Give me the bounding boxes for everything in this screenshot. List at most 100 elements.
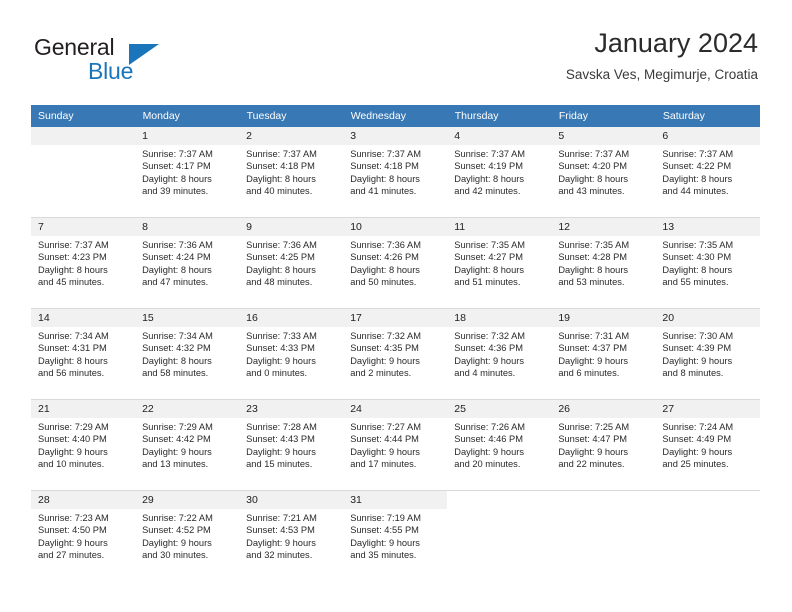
calendar-day-cell[interactable]: 28 Sunrise: 7:23 AM Sunset: 4:50 PM Dayligh…	[31, 490, 136, 581]
day-info-line: Sunset: 4:24 PM	[142, 252, 211, 263]
calendar-day-cell[interactable]: 4 Sunrise: 7:37 AM Sunset: 4:19 PM Daylight…	[447, 127, 552, 218]
day-sun-info: Sunrise: 7:21 AM Sunset: 4:53 PM Daylight:…	[239, 509, 343, 562]
day-info-line: Sunset: 4:47 PM	[558, 434, 628, 445]
day-info-line: Sunrise: 7:29 AM	[142, 422, 213, 432]
calendar-day-cell[interactable]: 7 Sunrise: 7:37 AM Sunset: 4:23 PM Daylight…	[31, 217, 136, 309]
calendar-day-cell[interactable]: 3 Sunrise: 7:37 AM Sunset: 4:18 PM Daylight…	[343, 127, 448, 218]
day-number: 27	[655, 400, 760, 418]
day-info-line: Sunset: 4:31 PM	[38, 343, 107, 354]
day-info-line: Daylight: 9 hours	[662, 355, 733, 366]
calendar-day-cell[interactable]: 13 Sunrise: 7:35 AM Sunset: 4:30 PM Dayligh…	[655, 217, 760, 309]
day-info-line: Sunset: 4:23 PM	[38, 252, 107, 263]
calendar-day-cell[interactable]: 19 Sunrise: 7:31 AM Sunset: 4:37 PM Dayligh…	[551, 308, 656, 400]
page-subtitle: Savska Ves, Megimurje, Croatia	[565, 67, 758, 83]
calendar-day-cell[interactable]: 17 Sunrise: 7:32 AM Sunset: 4:35 PM Dayligh…	[343, 308, 448, 400]
day-sun-info: Sunrise: 7:34 AM Sunset: 4:31 PM Daylight:…	[31, 327, 135, 380]
calendar-day-cell[interactable]: 1 Sunrise: 7:37 AM Sunset: 4:17 PM Daylight…	[135, 127, 240, 218]
day-info-line: Sunset: 4:44 PM	[350, 434, 419, 445]
day-info-line: Sunset: 4:52 PM	[142, 525, 211, 536]
day-info-line: Sunset: 4:18 PM	[246, 161, 315, 172]
day-number: 22	[135, 400, 240, 418]
day-info-line: Sunset: 4:17 PM	[142, 161, 211, 172]
calendar-day-cell[interactable]: 15 Sunrise: 7:34 AM Sunset: 4:32 PM Dayligh…	[135, 308, 240, 400]
day-info-line: Sunrise: 7:33 AM	[246, 331, 317, 341]
calendar-day-cell[interactable]: 24 Sunrise: 7:27 AM Sunset: 4:44 PM Dayligh…	[343, 399, 448, 491]
day-number: 5	[551, 127, 656, 145]
day-cell-inner: 31 Sunrise: 7:19 AM Sunset: 4:55 PM Dayligh…	[343, 491, 448, 581]
day-number: 21	[31, 400, 136, 418]
day-sun-info: Sunrise: 7:37 AM Sunset: 4:19 PM Daylight:…	[447, 145, 551, 198]
day-info-line: Sunset: 4:27 PM	[454, 252, 523, 263]
day-sun-info: Sunrise: 7:30 AM Sunset: 4:39 PM Daylight:…	[655, 327, 759, 380]
day-info-line: and 41 minutes.	[350, 186, 417, 197]
brand-general-text: General	[34, 34, 115, 60]
calendar-empty-cell	[31, 127, 136, 218]
day-cell-inner: 17 Sunrise: 7:32 AM Sunset: 4:35 PM Dayligh…	[343, 309, 448, 399]
calendar-day-cell[interactable]: 25 Sunrise: 7:26 AM Sunset: 4:46 PM Dayligh…	[447, 399, 552, 491]
calendar-day-cell[interactable]: 8 Sunrise: 7:36 AM Sunset: 4:24 PM Daylight…	[135, 217, 240, 309]
day-info-line: Daylight: 8 hours	[38, 264, 108, 275]
day-number: 20	[655, 309, 760, 327]
calendar-day-cell[interactable]: 12 Sunrise: 7:35 AM Sunset: 4:28 PM Dayligh…	[551, 217, 656, 309]
calendar-day-cell[interactable]: 14 Sunrise: 7:34 AM Sunset: 4:31 PM Dayligh…	[31, 308, 136, 400]
calendar-day-cell[interactable]: 26 Sunrise: 7:25 AM Sunset: 4:47 PM Dayligh…	[551, 399, 656, 491]
title-block: January 2024 Savska Ves, Megimurje, Croa…	[566, 28, 758, 82]
day-info-line: Sunset: 4:37 PM	[558, 343, 628, 354]
day-sun-info: Sunrise: 7:29 AM Sunset: 4:40 PM Daylight:…	[31, 418, 135, 471]
calendar-day-cell[interactable]: 9 Sunrise: 7:36 AM Sunset: 4:25 PM Daylight…	[239, 217, 344, 309]
day-number: 19	[551, 309, 656, 327]
day-info-line: Sunrise: 7:37 AM	[38, 240, 109, 250]
calendar-day-cell[interactable]: 27 Sunrise: 7:24 AM Sunset: 4:49 PM Dayligh…	[655, 399, 760, 491]
day-number: 31	[343, 491, 448, 509]
day-info-line: Sunrise: 7:22 AM	[142, 513, 213, 523]
calendar-day-cell[interactable]: 21 Sunrise: 7:29 AM Sunset: 4:40 PM Dayligh…	[31, 399, 136, 491]
calendar-day-cell[interactable]: 30 Sunrise: 7:21 AM Sunset: 4:53 PM Dayligh…	[239, 490, 344, 581]
day-sun-info: Sunrise: 7:36 AM Sunset: 4:25 PM Daylight:…	[239, 236, 343, 289]
day-cell-inner	[31, 127, 136, 217]
calendar-week-row: 21 Sunrise: 7:29 AM Sunset: 4:40 PM Dayligh…	[31, 399, 760, 491]
day-info-line: Sunset: 4:36 PM	[454, 343, 523, 354]
day-info-line: Daylight: 9 hours	[38, 537, 108, 548]
day-info-line: Daylight: 8 hours	[662, 264, 733, 275]
day-info-line: Daylight: 8 hours	[350, 173, 420, 184]
day-cell-inner: 29 Sunrise: 7:22 AM Sunset: 4:52 PM Dayligh…	[135, 491, 240, 581]
day-info-line: Sunrise: 7:35 AM	[662, 240, 734, 250]
day-info-line: Sunrise: 7:25 AM	[558, 422, 630, 432]
day-info-line: Sunrise: 7:32 AM	[454, 331, 526, 341]
calendar-day-cell[interactable]: 5 Sunrise: 7:37 AM Sunset: 4:20 PM Daylight…	[551, 127, 656, 218]
day-number: 23	[239, 400, 344, 418]
day-info-line: Sunset: 4:46 PM	[454, 434, 523, 445]
day-info-line: and 39 minutes.	[142, 186, 209, 197]
calendar-day-cell[interactable]: 22 Sunrise: 7:29 AM Sunset: 4:42 PM Dayligh…	[135, 399, 240, 491]
day-info-line: and 53 minutes.	[558, 277, 625, 288]
day-info-line: Daylight: 8 hours	[662, 173, 733, 184]
calendar-day-cell[interactable]: 31 Sunrise: 7:19 AM Sunset: 4:55 PM Dayligh…	[343, 490, 448, 581]
day-number: 12	[551, 218, 656, 236]
day-info-line: and 56 minutes.	[38, 368, 105, 379]
calendar-day-cell[interactable]: 20 Sunrise: 7:30 AM Sunset: 4:39 PM Dayligh…	[655, 308, 760, 400]
weekday-header-sunday: Sunday	[31, 105, 136, 127]
calendar-day-cell[interactable]: 10 Sunrise: 7:36 AM Sunset: 4:26 PM Dayligh…	[343, 217, 448, 309]
calendar-body: 1 Sunrise: 7:37 AM Sunset: 4:17 PM Daylight…	[31, 127, 760, 581]
calendar-day-cell[interactable]: 16 Sunrise: 7:33 AM Sunset: 4:33 PM Dayligh…	[239, 308, 344, 400]
calendar-day-cell[interactable]: 23 Sunrise: 7:28 AM Sunset: 4:43 PM Dayligh…	[239, 399, 344, 491]
calendar-day-cell[interactable]: 11 Sunrise: 7:35 AM Sunset: 4:27 PM Dayligh…	[447, 217, 552, 309]
page-title: January 2024	[594, 28, 758, 58]
calendar-day-cell[interactable]: 18 Sunrise: 7:32 AM Sunset: 4:36 PM Dayligh…	[447, 308, 552, 400]
calendar-day-cell[interactable]: 29 Sunrise: 7:22 AM Sunset: 4:52 PM Dayligh…	[135, 490, 240, 581]
day-number: 11	[447, 218, 552, 236]
day-info-line: and 10 minutes.	[38, 459, 105, 470]
calendar-day-cell[interactable]: 6 Sunrise: 7:37 AM Sunset: 4:22 PM Daylight…	[655, 127, 760, 218]
day-info-line: and 4 minutes.	[454, 368, 516, 379]
day-number: 7	[31, 218, 136, 236]
day-info-line: Sunset: 4:18 PM	[350, 161, 419, 172]
calendar-day-cell[interactable]: 2 Sunrise: 7:37 AM Sunset: 4:18 PM Daylight…	[239, 127, 344, 218]
day-sun-info: Sunrise: 7:24 AM Sunset: 4:49 PM Daylight:…	[655, 418, 759, 471]
day-sun-info: Sunrise: 7:36 AM Sunset: 4:26 PM Daylight:…	[343, 236, 447, 289]
logo-triangle-icon	[129, 44, 159, 65]
day-number: 30	[239, 491, 344, 509]
day-info-line: Sunset: 4:35 PM	[350, 343, 419, 354]
day-info-line: Daylight: 8 hours	[142, 173, 212, 184]
brand-logo[interactable]: General Blue	[34, 34, 234, 88]
day-number: 1	[135, 127, 240, 145]
